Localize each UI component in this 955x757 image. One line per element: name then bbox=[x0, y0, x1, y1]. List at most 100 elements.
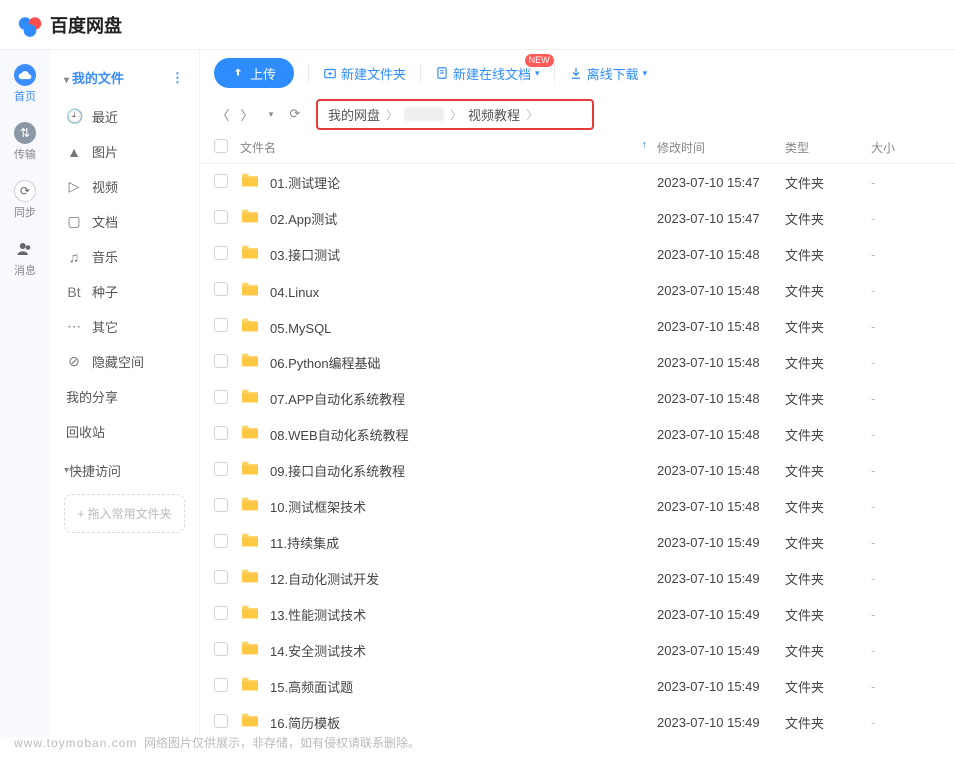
col-header-type[interactable]: 类型 bbox=[785, 139, 871, 156]
row-checkbox[interactable] bbox=[214, 246, 228, 260]
row-checkbox[interactable] bbox=[214, 462, 228, 476]
row-checkbox[interactable] bbox=[214, 678, 228, 692]
sidebar-my-share[interactable]: 我的分享 bbox=[56, 379, 193, 414]
file-name-cell[interactable]: 14.安全测试技术 bbox=[240, 640, 657, 660]
sidebar-item[interactable]: Bt种子 bbox=[56, 274, 193, 309]
refresh-button[interactable]: ⟳ bbox=[286, 106, 304, 122]
new-folder-button[interactable]: 新建文件夹 bbox=[323, 64, 406, 83]
sidebar-quick-access-header[interactable]: ▾ 快捷访问 bbox=[56, 449, 193, 486]
file-size-cell: - bbox=[871, 715, 941, 730]
sidebar-item[interactable]: ▢文档 bbox=[56, 204, 193, 239]
table-row[interactable]: 06.Python编程基础2023-07-10 15:48文件夹- bbox=[200, 344, 955, 380]
table-row[interactable]: 11.持续集成2023-07-10 15:49文件夹- bbox=[200, 524, 955, 560]
sidebar-item-icon: ⊘ bbox=[66, 353, 82, 370]
table-row[interactable]: 02.App测试2023-07-10 15:47文件夹- bbox=[200, 200, 955, 236]
row-checkbox[interactable] bbox=[214, 318, 228, 332]
table-row[interactable]: 08.WEB自动化系统教程2023-07-10 15:48文件夹- bbox=[200, 416, 955, 452]
col-header-time[interactable]: 修改时间 bbox=[657, 139, 785, 156]
row-checkbox[interactable] bbox=[214, 354, 228, 368]
upload-button[interactable]: 上传 bbox=[214, 58, 294, 88]
breadcrumb-root[interactable]: 我的网盘 bbox=[328, 105, 380, 124]
row-checkbox[interactable] bbox=[214, 714, 228, 728]
file-time-cell: 2023-07-10 15:48 bbox=[657, 427, 785, 442]
file-type-cell: 文件夹 bbox=[785, 569, 871, 588]
navrail-home[interactable]: 首页 bbox=[14, 64, 36, 104]
file-name-cell[interactable]: 15.高频面试题 bbox=[240, 676, 657, 696]
file-name-cell[interactable]: 11.持续集成 bbox=[240, 532, 657, 552]
file-name-cell[interactable]: 06.Python编程基础 bbox=[240, 352, 657, 372]
row-checkbox[interactable] bbox=[214, 642, 228, 656]
sidebar-my-files-header[interactable]: ▾ 我的文件 ⋮ bbox=[56, 64, 193, 91]
file-type-cell: 文件夹 bbox=[785, 497, 871, 516]
breadcrumb-current[interactable]: 视频教程 bbox=[468, 105, 520, 124]
sidebar-recycle[interactable]: 回收站 bbox=[56, 414, 193, 449]
file-name-cell[interactable]: 07.APP自动化系统教程 bbox=[240, 388, 657, 408]
table-row[interactable]: 07.APP自动化系统教程2023-07-10 15:48文件夹- bbox=[200, 380, 955, 416]
navrail-transfer[interactable]: ⇅ 传输 bbox=[14, 122, 36, 162]
file-name-cell[interactable]: 12.自动化测试开发 bbox=[240, 568, 657, 588]
app-logo[interactable]: 百度网盘 bbox=[16, 11, 122, 39]
select-all-checkbox[interactable] bbox=[214, 139, 228, 153]
sidebar-item[interactable]: 🕘最近 bbox=[56, 99, 193, 134]
table-row[interactable]: 04.Linux2023-07-10 15:48文件夹- bbox=[200, 272, 955, 308]
sidebar-item-label: 种子 bbox=[92, 282, 118, 301]
sidebar-item[interactable]: ▲图片 bbox=[56, 134, 193, 169]
nav-back-button[interactable]: 〈 bbox=[214, 105, 232, 124]
table-row[interactable]: 15.高频面试题2023-07-10 15:49文件夹- bbox=[200, 668, 955, 704]
col-header-size[interactable]: 大小 bbox=[871, 139, 941, 156]
file-name-cell[interactable]: 08.WEB自动化系统教程 bbox=[240, 424, 657, 444]
file-name-cell[interactable]: 16.简历模板 bbox=[240, 712, 657, 732]
file-name-cell[interactable]: 10.测试框架技术 bbox=[240, 496, 657, 516]
table-row[interactable]: 13.性能测试技术2023-07-10 15:49文件夹- bbox=[200, 596, 955, 632]
file-name-cell[interactable]: 04.Linux bbox=[240, 281, 657, 300]
file-size-cell: - bbox=[871, 247, 941, 262]
sidebar-item[interactable]: ⋯其它 bbox=[56, 309, 193, 344]
nav-forward-button[interactable]: 〉 bbox=[238, 105, 256, 124]
file-type-cell: 文件夹 bbox=[785, 677, 871, 696]
nav-rail: 首页 ⇅ 传输 ⟳ 同步 消息 bbox=[0, 50, 50, 737]
table-row[interactable]: 10.测试框架技术2023-07-10 15:48文件夹- bbox=[200, 488, 955, 524]
chevron-down-icon[interactable]: ▾ bbox=[262, 109, 280, 120]
sidebar-item[interactable]: ⊘隐藏空间 bbox=[56, 344, 193, 379]
row-checkbox[interactable] bbox=[214, 570, 228, 584]
new-online-doc-button[interactable]: 新建在线文档 ▾ NEW bbox=[435, 64, 540, 83]
file-type-cell: 文件夹 bbox=[785, 425, 871, 444]
drag-folder-hint[interactable]: + 拖入常用文件夹 bbox=[64, 494, 185, 533]
row-checkbox[interactable] bbox=[214, 390, 228, 404]
table-row[interactable]: 16.简历模板2023-07-10 15:49文件夹- bbox=[200, 704, 955, 737]
navrail-sync[interactable]: ⟳ 同步 bbox=[14, 180, 36, 220]
row-checkbox[interactable] bbox=[214, 282, 228, 296]
table-header-row: 文件名↑ 修改时间 类型 大小 bbox=[200, 132, 955, 164]
table-row[interactable]: 01.测试理论2023-07-10 15:47文件夹- bbox=[200, 164, 955, 200]
table-row[interactable]: 12.自动化测试开发2023-07-10 15:49文件夹- bbox=[200, 560, 955, 596]
table-row[interactable]: 09.接口自动化系统教程2023-07-10 15:48文件夹- bbox=[200, 452, 955, 488]
navrail-message[interactable]: 消息 bbox=[14, 238, 36, 278]
row-checkbox[interactable] bbox=[214, 174, 228, 188]
table-row[interactable]: 14.安全测试技术2023-07-10 15:49文件夹- bbox=[200, 632, 955, 668]
row-checkbox[interactable] bbox=[214, 534, 228, 548]
folder-icon bbox=[240, 712, 260, 728]
breadcrumb-redacted[interactable] bbox=[404, 107, 444, 121]
sidebar-item[interactable]: ▷视频 bbox=[56, 169, 193, 204]
more-icon[interactable]: ⋮ bbox=[171, 70, 185, 86]
file-name-cell[interactable]: 03.接口测试 bbox=[240, 244, 657, 264]
file-size-cell: - bbox=[871, 643, 941, 658]
file-name-cell[interactable]: 01.测试理论 bbox=[240, 172, 657, 192]
file-name-cell[interactable]: 13.性能测试技术 bbox=[240, 604, 657, 624]
row-checkbox[interactable] bbox=[214, 426, 228, 440]
sidebar-item-icon: ♫ bbox=[66, 249, 82, 265]
table-row[interactable]: 05.MySQL2023-07-10 15:48文件夹- bbox=[200, 308, 955, 344]
row-checkbox[interactable] bbox=[214, 210, 228, 224]
offline-download-button[interactable]: 离线下载 ▾ bbox=[569, 64, 648, 83]
col-header-name[interactable]: 文件名↑ bbox=[240, 139, 657, 156]
toolbar: 上传 新建文件夹 新建在线文档 ▾ NEW 离线下载 bbox=[200, 50, 955, 96]
sidebar-item[interactable]: ♫音乐 bbox=[56, 239, 193, 274]
row-checkbox[interactable] bbox=[214, 606, 228, 620]
table-row[interactable]: 03.接口测试2023-07-10 15:48文件夹- bbox=[200, 236, 955, 272]
file-name-cell[interactable]: 05.MySQL bbox=[240, 317, 657, 336]
file-name-cell[interactable]: 09.接口自动化系统教程 bbox=[240, 460, 657, 480]
row-checkbox[interactable] bbox=[214, 498, 228, 512]
footer-watermark: www.toymoban.com 网络图片仅供展示，非存储，如有侵权请联系删除。 bbox=[14, 734, 420, 751]
file-name-cell[interactable]: 02.App测试 bbox=[240, 208, 657, 228]
folder-icon bbox=[240, 640, 260, 656]
